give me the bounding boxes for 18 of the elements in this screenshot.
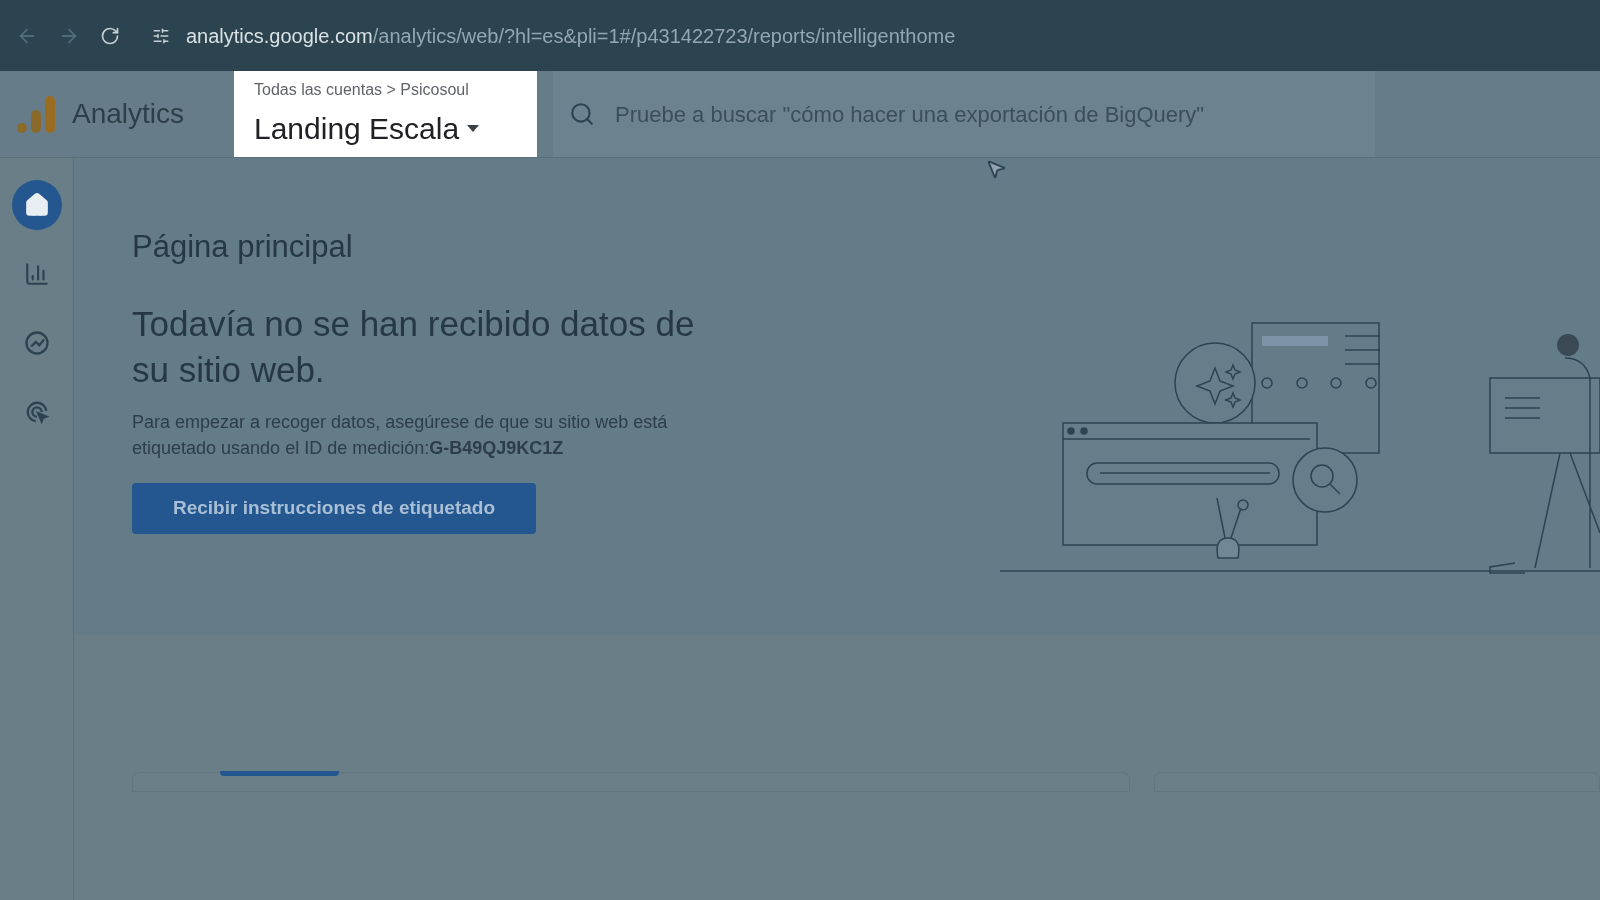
dropdown-caret-icon	[467, 124, 480, 132]
address-bar[interactable]: analytics.google.com/analytics/web/?hl=es&pli=1#/p431422723/reports/intelligenthome	[140, 12, 968, 59]
headline: Todavía no se han recibido datos de su sitio web.	[132, 302, 696, 391]
trend-chart-icon	[22, 329, 51, 357]
mouse-cursor-icon	[985, 158, 1007, 180]
instructions-text: Para empezar a recoger datos, asegúrese de que su sitio web está etiquetado usando el ID de medición:G-B49QJ9KC1Z	[132, 410, 669, 460]
url-text: analytics.google.com/analytics/web/?hl=es&pli=1#/p431422723/reports/intelligenthome	[186, 23, 956, 49]
property-selector[interactable]: Todas las cuentas > Psicosoul Landing Escala	[234, 71, 537, 157]
page-title: Página principal	[132, 228, 354, 266]
app-name: Analytics	[72, 97, 185, 131]
nav-item[interactable]	[11, 180, 62, 230]
reload-icon[interactable]	[100, 25, 120, 46]
analytics-logo-icon	[16, 94, 56, 134]
home-icon	[23, 192, 50, 218]
site-settings-icon[interactable]	[152, 26, 170, 45]
tagging-instructions-button[interactable]: Recibir instrucciones de etiquetado	[132, 482, 536, 534]
bar-chart-icon	[23, 261, 50, 287]
search-icon	[569, 101, 595, 127]
